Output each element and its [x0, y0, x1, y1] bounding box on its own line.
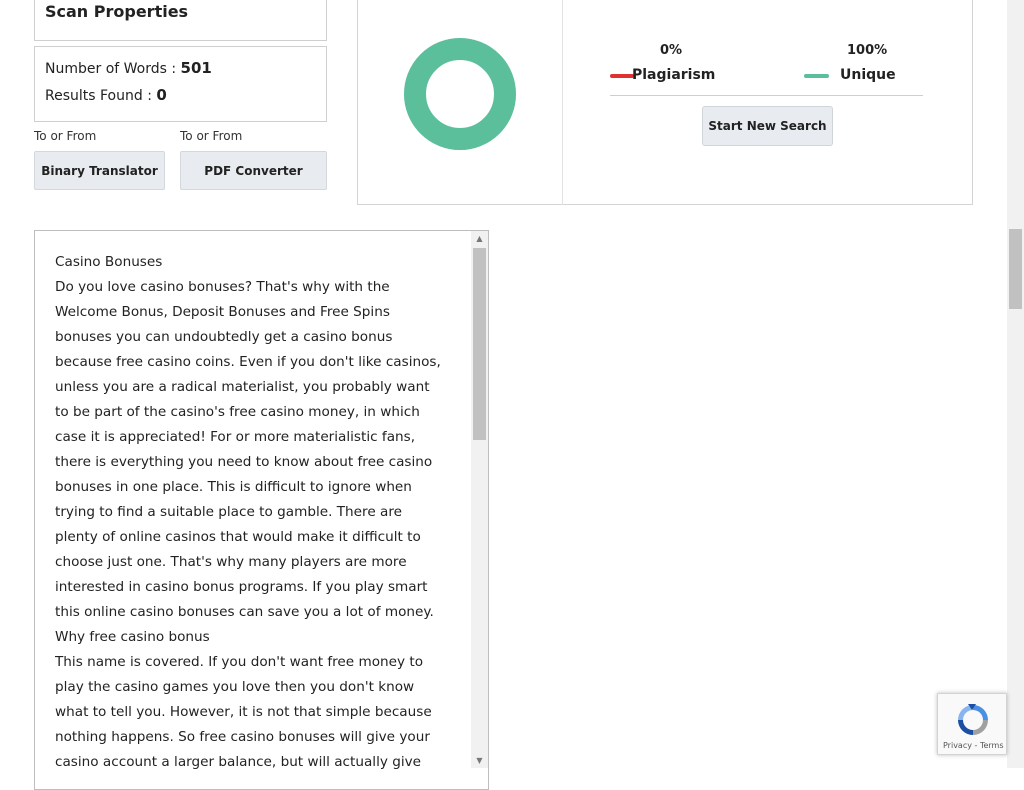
page-scrollbar[interactable] [1007, 0, 1024, 768]
tool-caption-binary: To or From [34, 129, 97, 143]
word-count-value: 501 [180, 59, 212, 77]
plagiarism-legend-label: Plagiarism [632, 67, 716, 83]
scroll-down-icon[interactable]: ▼ [471, 756, 488, 765]
plagiarism-percent: 0% [660, 43, 683, 58]
text-line: because free casino coins. Even if you d… [55, 354, 441, 370]
text-line: to be part of the casino's free casino m… [55, 404, 420, 420]
text-line: plenty of online casinos that would make… [55, 529, 421, 545]
scanned-text-content: Casino Bonuses Do you love casino bonuses… [55, 250, 455, 775]
unique-percent: 100% [847, 43, 888, 58]
text-line: nothing happens. So free casino bonuses … [55, 729, 430, 745]
text-line: trying to find a suitable place to gambl… [55, 504, 402, 520]
legend-divider [610, 95, 923, 96]
results-found-label: Results Found : [45, 88, 152, 104]
scanned-text-area[interactable]: Casino Bonuses Do you love casino bonuses… [34, 230, 489, 790]
text-line: Welcome Bonus, Deposit Bonuses and Free … [55, 304, 390, 320]
text-line: Casino Bonuses [55, 254, 163, 270]
text-line: casino account a larger balance, but wil… [55, 754, 422, 770]
text-line: interested in casino bonus programs. If … [55, 579, 428, 595]
results-found-row: Results Found : 0 [45, 86, 167, 104]
text-line: Do you love casino bonuses? That's why w… [55, 279, 390, 295]
uniqueness-donut-chart [404, 38, 516, 150]
scroll-up-icon[interactable]: ▲ [471, 234, 488, 243]
text-line: play the casino games you love then you … [55, 679, 415, 695]
word-count-row: Number of Words : 501 [45, 59, 212, 77]
binary-translator-button[interactable]: Binary Translator [34, 151, 165, 190]
text-line: choose just one. That's why many players… [55, 554, 407, 570]
text-line: bonuses you can undoubtedly get a casino… [55, 329, 393, 345]
text-scrollbar-thumb[interactable] [473, 248, 486, 440]
text-line: this online casino bonuses can save you … [55, 604, 434, 620]
start-new-search-button[interactable]: Start New Search [702, 106, 833, 146]
scan-properties-panel: Scan Properties [34, 0, 327, 41]
unique-legend-swatch [804, 74, 829, 78]
plagiarism-legend-swatch [610, 74, 634, 78]
text-line: Why free casino bonus [55, 629, 210, 645]
tool-caption-pdf: To or From [180, 129, 243, 143]
results-found-value: 0 [156, 86, 167, 104]
recaptcha-logo-icon [958, 704, 988, 735]
result-divider [562, 0, 563, 205]
text-line: unless you are a radical materialist, yo… [55, 379, 430, 395]
donut-unique-arc [404, 38, 516, 150]
scan-stats-panel: Number of Words : 501 Results Found : 0 [34, 46, 327, 122]
text-line: there is everything you need to know abo… [55, 454, 433, 470]
text-line: case it is appreciated! For or more mate… [55, 429, 416, 445]
text-line: what to tell you. However, it is not tha… [55, 704, 432, 720]
page-scrollbar-thumb[interactable] [1009, 229, 1022, 309]
unique-legend-label: Unique [840, 67, 896, 83]
text-line: bonuses in one place. This is difficult … [55, 479, 412, 495]
scan-properties-title: Scan Properties [45, 2, 189, 21]
recaptcha-badge[interactable]: Privacy - Terms [937, 693, 1007, 755]
recaptcha-privacy-terms-links[interactable]: Privacy - Terms [943, 741, 1004, 750]
pdf-converter-button[interactable]: PDF Converter [180, 151, 327, 190]
word-count-label: Number of Words : [45, 61, 177, 77]
text-line: This name is covered. If you don't want … [55, 654, 424, 670]
